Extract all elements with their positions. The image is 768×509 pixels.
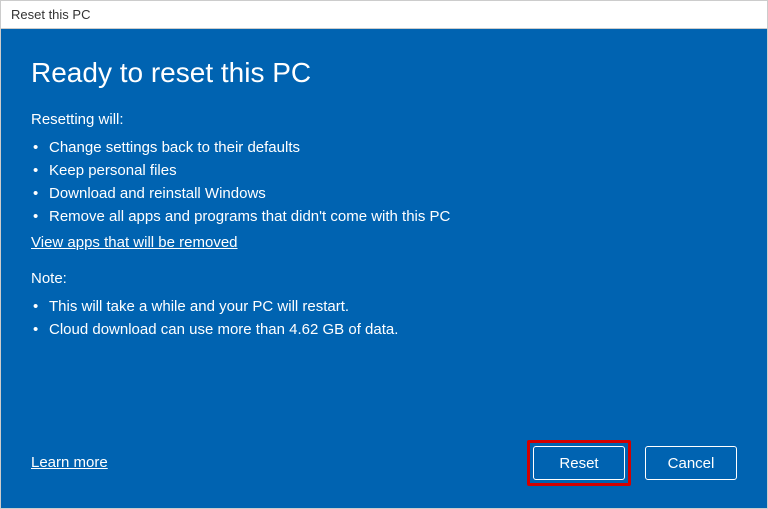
reset-pc-window: Reset this PC Ready to reset this PC Res… xyxy=(0,0,768,509)
list-item: Change settings back to their defaults xyxy=(31,136,737,159)
list-item: Cloud download can use more than 4.62 GB… xyxy=(31,318,737,341)
window-title: Reset this PC xyxy=(11,7,90,22)
reset-button[interactable]: Reset xyxy=(533,446,625,480)
learn-more-link[interactable]: Learn more xyxy=(31,454,108,471)
window-titlebar: Reset this PC xyxy=(1,1,767,29)
resetting-list: Change settings back to their defaults K… xyxy=(31,136,737,228)
note-list: This will take a while and your PC will … xyxy=(31,295,737,341)
dialog-footer: Learn more Reset Cancel xyxy=(31,440,737,486)
page-title: Ready to reset this PC xyxy=(31,57,737,89)
resetting-label: Resetting will: xyxy=(31,111,737,128)
list-item: Remove all apps and programs that didn't… xyxy=(31,205,737,228)
list-item: Keep personal files xyxy=(31,159,737,182)
dialog-content: Ready to reset this PC Resetting will: C… xyxy=(1,29,767,508)
note-label: Note: xyxy=(31,270,737,287)
list-item: Download and reinstall Windows xyxy=(31,182,737,205)
reset-button-highlight: Reset xyxy=(527,440,631,486)
list-item: This will take a while and your PC will … xyxy=(31,295,737,318)
view-apps-link[interactable]: View apps that will be removed xyxy=(31,234,238,251)
cancel-button[interactable]: Cancel xyxy=(645,446,737,480)
